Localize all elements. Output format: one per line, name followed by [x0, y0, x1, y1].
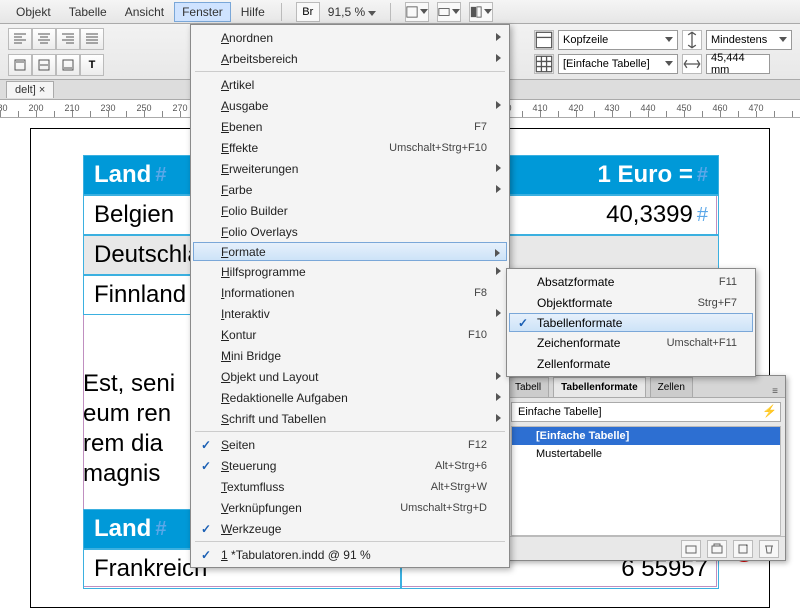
separator	[281, 3, 282, 21]
submenu-item[interactable]: ZeichenformateUmschalt+F11	[509, 332, 753, 353]
valign-bot-icon[interactable]	[56, 54, 80, 76]
row-type-select[interactable]: Kopfzeile	[558, 30, 678, 50]
panel-footer	[507, 536, 785, 560]
submenu-item[interactable]: Zellenformate	[509, 353, 753, 374]
menu-tabelle[interactable]: Tabelle	[61, 2, 115, 22]
height-type-select[interactable]: Mindestens	[706, 30, 792, 50]
submenu-item[interactable]: ObjektformateStrg+F7	[509, 292, 753, 313]
separator	[390, 3, 391, 21]
clear-override-icon[interactable]	[681, 540, 701, 558]
menu-item[interactable]: Formate	[193, 242, 507, 261]
menubar: Objekt Tabelle Ansicht Fenster Hilfe Br …	[0, 0, 800, 24]
align-center-icon[interactable]	[32, 28, 56, 50]
menu-item[interactable]: Interaktiv	[193, 303, 507, 324]
list-item[interactable]: Mustertabelle	[512, 445, 780, 463]
menu-objekt[interactable]: Objekt	[8, 2, 59, 22]
document-tab[interactable]: delt] ×	[6, 81, 54, 98]
submenu-item[interactable]: AbsatzformateF11	[509, 271, 753, 292]
panel-style-select[interactable]: Einfache Tabelle]	[511, 402, 781, 422]
submenu-item[interactable]: ✓Tabellenformate	[509, 313, 753, 332]
menu-item[interactable]: ✓SteuerungAlt+Strg+6	[193, 455, 507, 476]
new-group-icon[interactable]	[707, 540, 727, 558]
menu-item[interactable]: Artikel	[193, 74, 507, 95]
width-input[interactable]: 45,444 mm	[706, 54, 770, 74]
menu-item[interactable]: TextumflussAlt+Strg+W	[193, 476, 507, 497]
menu-item[interactable]: InformationenF8	[193, 282, 507, 303]
menu-item[interactable]: KonturF10	[193, 324, 507, 345]
para-mark-icon: #	[155, 164, 166, 187]
valign-top-icon[interactable]	[8, 54, 32, 76]
panel-tab-tabell[interactable]: Tabell	[507, 377, 549, 397]
menu-item[interactable]: Folio Overlays	[193, 221, 507, 242]
panel-menu-icon[interactable]: ≡	[765, 386, 785, 397]
zoom-level[interactable]: 91,5 %	[322, 5, 383, 19]
menu-item[interactable]: Arbeitsbereich	[193, 48, 507, 69]
menu-item[interactable]: ✓1 *Tabulatoren.indd @ 91 %	[193, 544, 507, 565]
menu-item[interactable]: Ausgabe	[193, 95, 507, 116]
menu-item[interactable]: EbenenF7	[193, 116, 507, 137]
valign-mid-icon[interactable]	[32, 54, 56, 76]
panel-style-list: [Einfache Tabelle] Mustertabelle	[511, 426, 781, 536]
screen-mode-icon[interactable]	[437, 2, 461, 22]
menu-item[interactable]: Hilfsprogramme	[193, 261, 507, 282]
delete-style-icon[interactable]	[759, 540, 779, 558]
list-item[interactable]: [Einfache Tabelle]	[512, 427, 780, 445]
row-icon	[534, 30, 554, 50]
menu-ansicht[interactable]: Ansicht	[117, 2, 172, 22]
lightning-icon: ⚡	[762, 404, 777, 418]
menu-item[interactable]: Redaktionelle Aufgaben	[193, 387, 507, 408]
menu-item[interactable]: ✓Werkzeuge	[193, 518, 507, 539]
arrange-icon[interactable]	[469, 2, 493, 22]
align-right-icon[interactable]	[56, 28, 80, 50]
menu-item[interactable]: Folio Builder	[193, 200, 507, 221]
panel-tab-tabellenformate[interactable]: Tabellenformate	[553, 377, 646, 397]
menu-item[interactable]: Anordnen	[193, 27, 507, 48]
menu-item[interactable]: EffekteUmschalt+Strg+F10	[193, 137, 507, 158]
para-mark-icon: #	[697, 164, 708, 187]
menu-item[interactable]: Mini Bridge	[193, 345, 507, 366]
formate-submenu: AbsatzformateF11ObjektformateStrg+F7✓Tab…	[506, 268, 756, 377]
bridge-icon[interactable]: Br	[296, 2, 320, 22]
menu-item[interactable]: Schrift und Tabellen	[193, 408, 507, 429]
view-mode-icon[interactable]	[405, 2, 429, 22]
tabellenformate-panel: Tabell Tabellenformate Zellen ≡ Einfache…	[506, 375, 786, 561]
menu-hilfe[interactable]: Hilfe	[233, 2, 273, 22]
new-style-icon[interactable]	[733, 540, 753, 558]
menu-item[interactable]: Objekt und Layout	[193, 366, 507, 387]
align-justify-icon[interactable]	[80, 28, 104, 50]
panel-tabs: Tabell Tabellenformate Zellen ≡	[507, 376, 785, 398]
menu-item[interactable]: VerknüpfungenUmschalt+Strg+D	[193, 497, 507, 518]
menu-item[interactable]: Erweiterungen	[193, 158, 507, 179]
table-style-icon	[534, 54, 554, 74]
width-icon	[682, 54, 702, 74]
table-style-select[interactable]: [Einfache Tabelle]	[558, 54, 678, 74]
menu-item[interactable]: ✓SeitenF12	[193, 434, 507, 455]
align-left-icon[interactable]	[8, 28, 32, 50]
panel-tab-zellen[interactable]: Zellen	[650, 377, 693, 397]
text-rotate-icon[interactable]: T	[80, 54, 104, 76]
menu-fenster[interactable]: Fenster	[174, 2, 231, 22]
height-icon	[682, 30, 702, 50]
fenster-menu: AnordnenArbeitsbereich ArtikelAusgabeEben…	[190, 24, 510, 568]
menu-item[interactable]: Farbe	[193, 179, 507, 200]
